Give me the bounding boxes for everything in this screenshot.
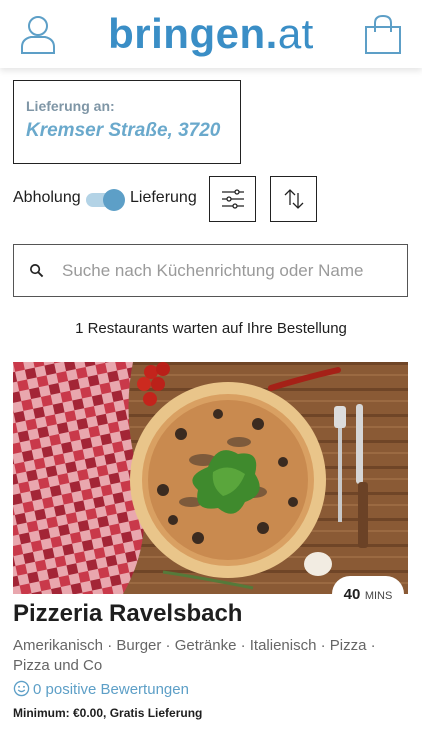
minimum-order: Minimum: €0.00, Gratis Lieferung (13, 706, 203, 720)
filter-button[interactable] (209, 176, 256, 222)
search-box[interactable]: Suche nach Küchenrichtung oder Name (13, 244, 408, 297)
restaurant-name[interactable]: Pizzeria Ravelsbach (13, 600, 242, 628)
sort-button[interactable] (270, 176, 317, 222)
time-value: 40 (343, 586, 361, 603)
smile-icon (13, 680, 30, 697)
delivery-label: Lieferung an: (26, 98, 115, 114)
logo[interactable]: bringen.at (0, 8, 422, 60)
pickup-delivery-toggle[interactable] (84, 188, 126, 211)
delivery-mode-row: Abholung Lieferung (13, 176, 409, 222)
reviews-text: 0 positive Bewertungen (33, 681, 189, 698)
delivery-time-badge: 40 MINS (332, 576, 404, 612)
restaurant-image[interactable] (13, 362, 408, 594)
search-placeholder: Suche nach Küchenrichtung oder Name (62, 261, 364, 280)
delivery-address[interactable]: Kremser Straße, 3720 (26, 120, 228, 142)
time-unit: MINS (364, 590, 393, 602)
logo-tld: at (277, 10, 314, 57)
sliders-icon (222, 189, 244, 209)
shopping-bag-icon[interactable] (363, 13, 403, 55)
delivery-mode-label[interactable]: Lieferung (130, 189, 197, 207)
results-count: 1 Restaurants warten auf Ihre Bestellung (75, 320, 347, 337)
logo-dot: . (265, 10, 278, 57)
delivery-address-box[interactable]: Lieferung an: Kremser Straße, 3720 (13, 80, 241, 164)
toggle-knob (103, 189, 125, 211)
pickup-label[interactable]: Abholung (13, 189, 81, 207)
search-icon (30, 264, 44, 278)
sort-arrows-icon (284, 189, 304, 209)
pizza-photo (13, 362, 408, 594)
reviews-link[interactable]: 0 positive Bewertungen (13, 680, 189, 698)
restaurant-cuisines: Amerikanisch · Burger · Getränke · Itali… (13, 637, 376, 674)
app-header: bringen.at (0, 0, 422, 68)
logo-main: bringen (108, 10, 266, 57)
